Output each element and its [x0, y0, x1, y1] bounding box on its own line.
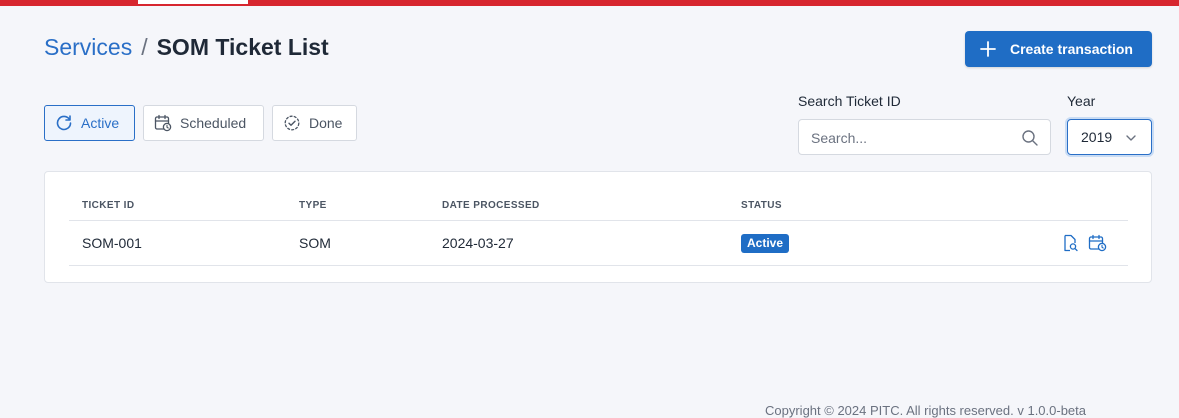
column-header-type[interactable]: TYPE	[299, 200, 327, 211]
top-bar-highlight	[138, 0, 248, 4]
search-icon[interactable]	[1021, 129, 1039, 147]
year-label: Year	[1067, 93, 1096, 109]
ticket-table-card: TICKET ID TYPE DATE PROCESSED STATUS SOM…	[44, 171, 1152, 283]
tab-done-label: Done	[309, 115, 343, 131]
status-badge: Active	[741, 234, 790, 253]
header-divider	[69, 220, 1128, 221]
tab-active-label: Active	[81, 115, 120, 131]
breadcrumb-services-link[interactable]: Services	[44, 34, 132, 61]
footer-copyright: Copyright © 2024 PITC. All rights reserv…	[765, 403, 1087, 418]
view-document-icon[interactable]	[1061, 234, 1079, 252]
cell-ticket-id: SOM-001	[82, 235, 142, 251]
cell-date-processed: 2024-03-27	[442, 235, 514, 251]
breadcrumb: Services / SOM Ticket List	[44, 34, 329, 61]
schedule-icon[interactable]	[1088, 234, 1108, 252]
column-header-status[interactable]: STATUS	[741, 200, 782, 211]
search-label: Search Ticket ID	[798, 93, 901, 109]
chevron-down-icon	[1125, 132, 1137, 144]
check-circle-icon	[283, 114, 301, 132]
year-value: 2019	[1081, 129, 1113, 145]
tab-scheduled[interactable]: Scheduled	[143, 105, 264, 141]
search-input[interactable]	[811, 128, 1011, 148]
create-transaction-button[interactable]: Create transaction	[965, 31, 1152, 67]
column-header-ticket-id[interactable]: TICKET ID	[82, 200, 135, 211]
row-divider	[69, 265, 1128, 266]
plus-icon	[980, 41, 996, 57]
tab-scheduled-label: Scheduled	[180, 115, 247, 131]
year-select[interactable]: 2019	[1067, 119, 1152, 155]
cell-type: SOM	[299, 235, 331, 251]
calendar-clock-icon	[154, 114, 172, 132]
create-transaction-label: Create transaction	[1010, 41, 1133, 57]
breadcrumb-separator: /	[141, 34, 148, 60]
search-box	[798, 119, 1051, 155]
tab-active[interactable]: Active	[44, 105, 135, 141]
page-title: SOM Ticket List	[156, 34, 329, 60]
tab-done[interactable]: Done	[272, 105, 357, 141]
refresh-icon	[55, 114, 73, 132]
column-header-date-processed[interactable]: DATE PROCESSED	[442, 200, 540, 211]
